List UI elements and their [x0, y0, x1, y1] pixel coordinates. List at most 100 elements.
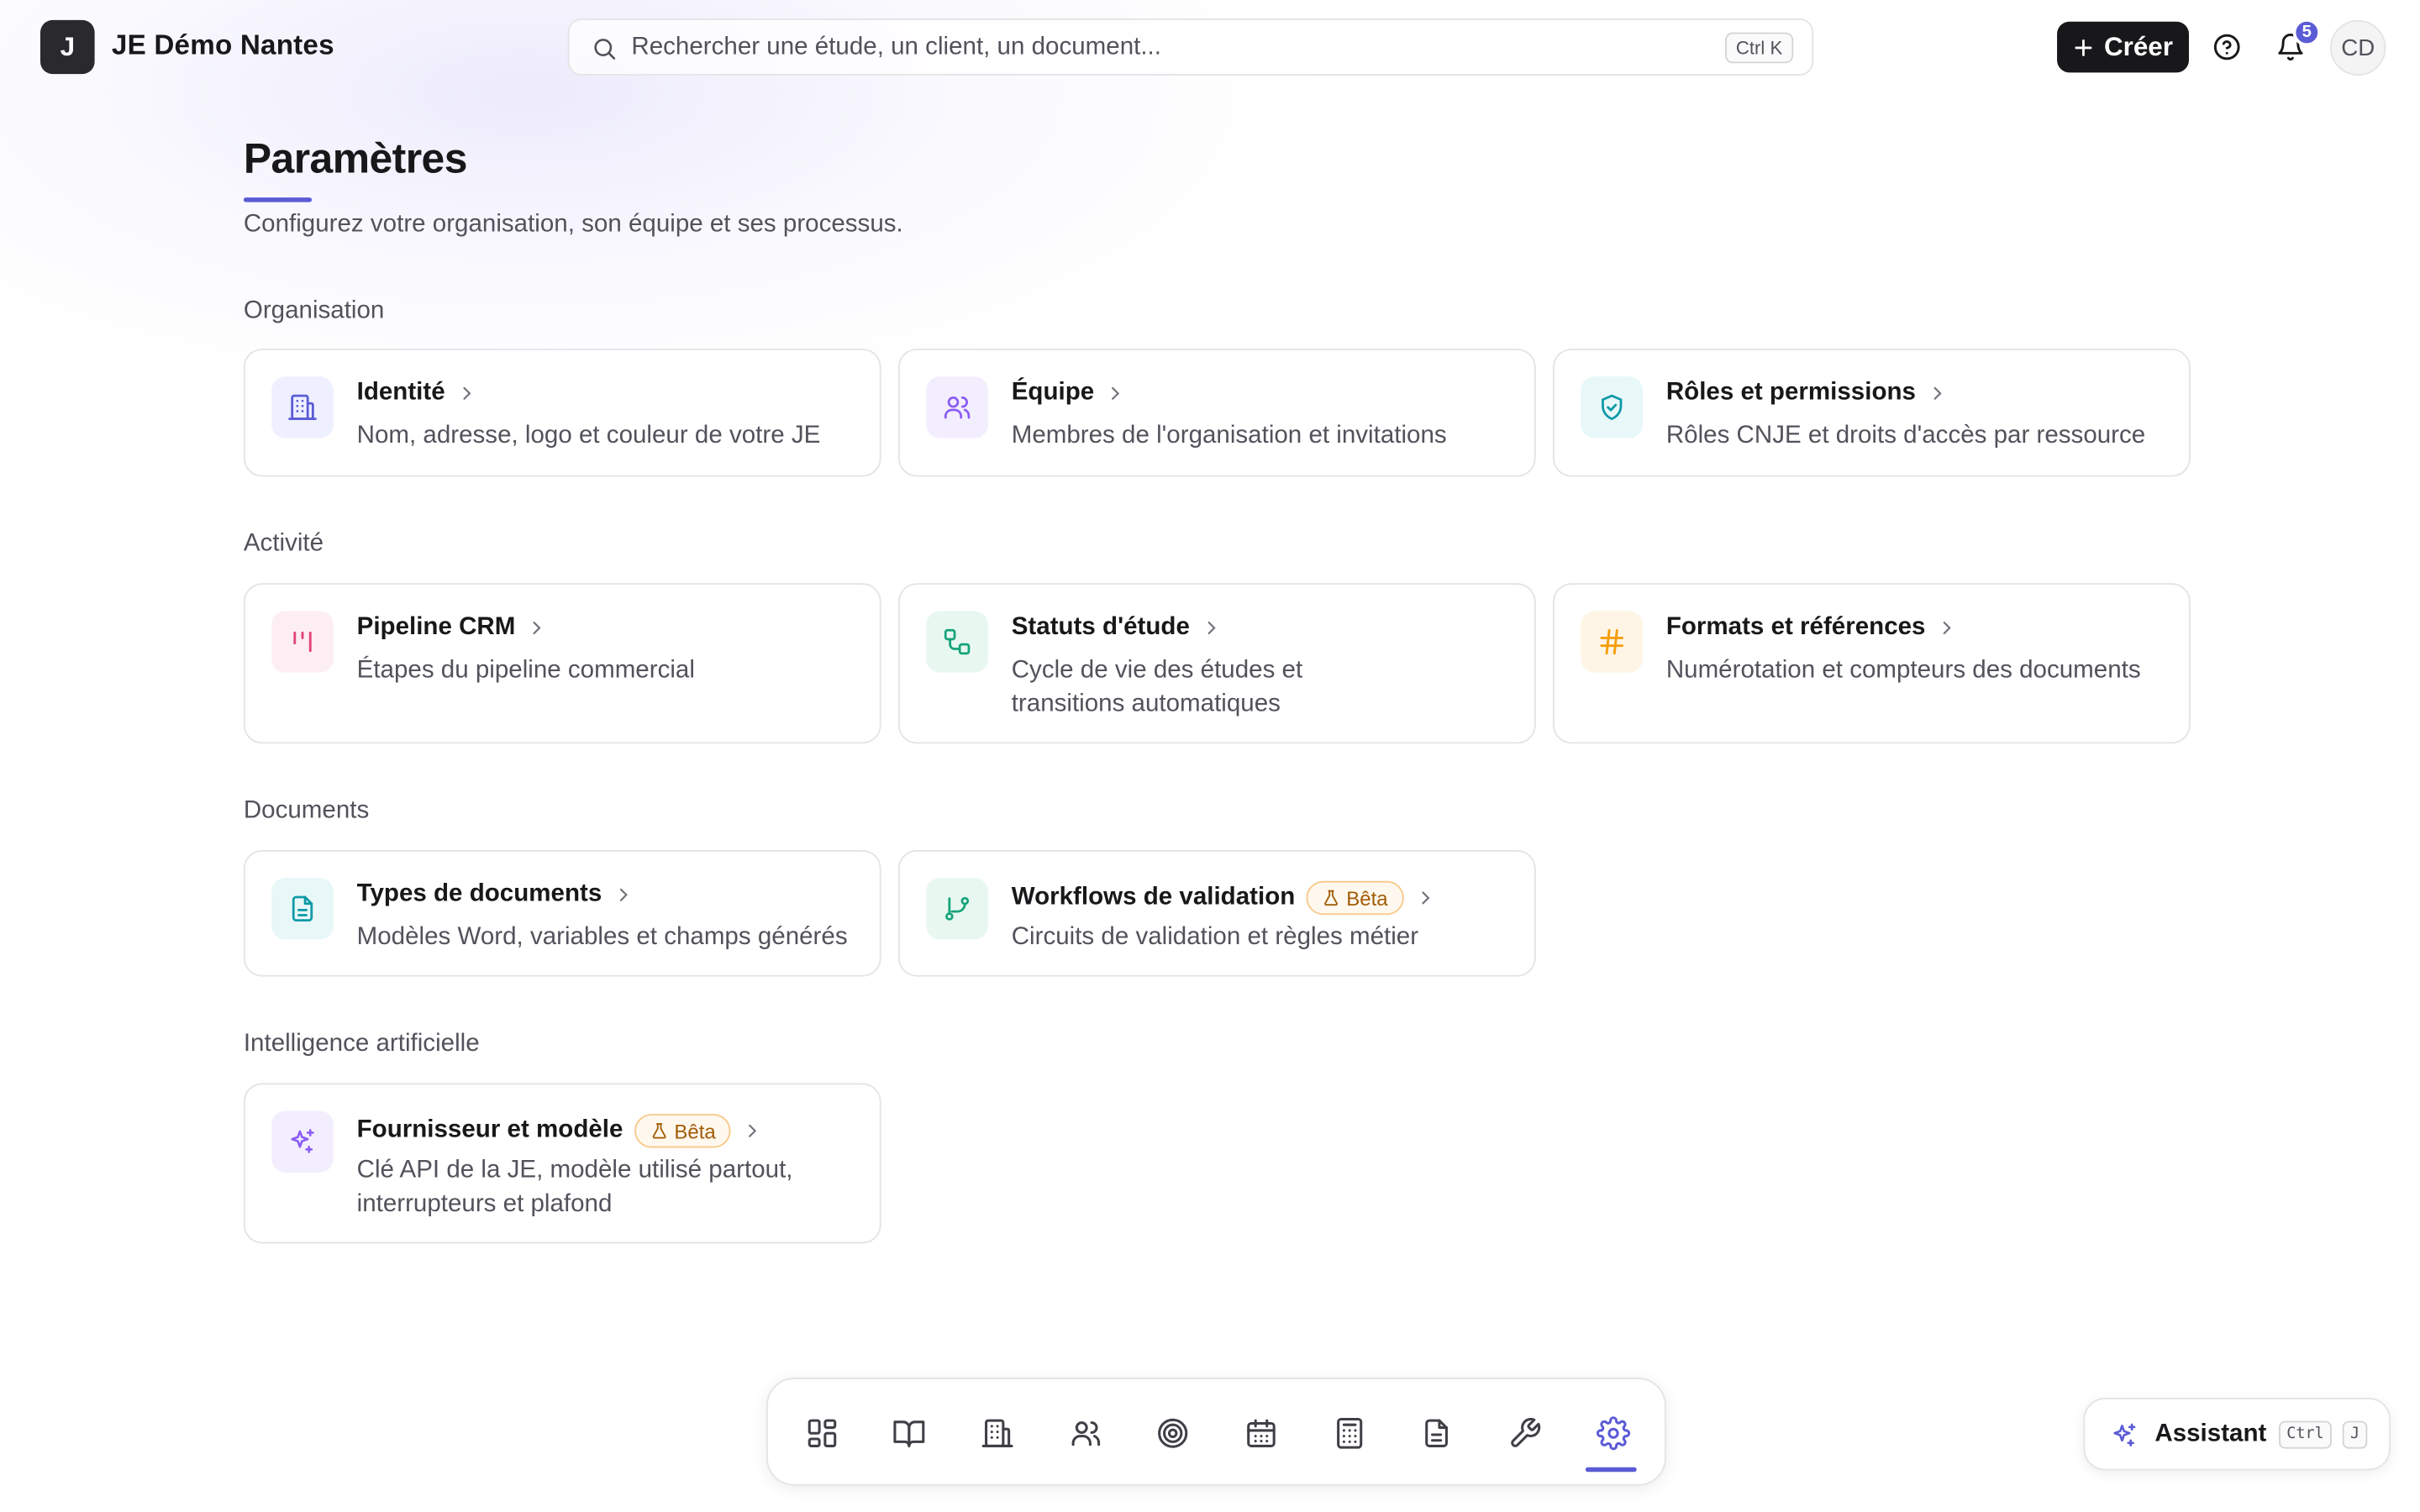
kanban-icon: [293, 631, 312, 653]
card-description: Nom, adresse, logo et couleur de votre J…: [356, 423, 821, 449]
chevron-right-icon: [1207, 622, 1216, 635]
card-description: Modèles Word, variables et champs généré…: [356, 924, 848, 951]
bottom-dock: [766, 1378, 1666, 1486]
card-title: Statuts d'étude: [1011, 614, 1190, 641]
file-icon: [1425, 1419, 1448, 1447]
plus-icon: [2075, 39, 2092, 55]
file-text-icon: [292, 895, 313, 921]
card-workflows-validation[interactable]: Workflows de validation Bêta Circuits de…: [897, 850, 1536, 977]
card-icon-container: [1581, 376, 1644, 438]
chevron-right-icon: [463, 386, 471, 400]
sparkles-icon: [2113, 1423, 2136, 1446]
section-label-ia: Intelligence artificielle: [243, 1030, 480, 1058]
card-icon-container: [926, 878, 989, 940]
card-description: Étapes du pipeline commercial: [356, 657, 695, 684]
title-underline: [243, 197, 313, 202]
chevron-right-icon: [749, 1124, 757, 1137]
page-title: Paramètres: [243, 135, 468, 182]
search-shortcut: Ctrl K: [1724, 32, 1794, 64]
users-icon: [1071, 1421, 1101, 1446]
card-description: Circuits de validation et règles métier: [1011, 924, 1419, 951]
dock-item-users[interactable]: [1058, 1405, 1113, 1461]
users-icon: [944, 396, 971, 419]
flask-icon: [1323, 890, 1338, 906]
search-icon: [594, 39, 616, 60]
dock-item-target[interactable]: [1144, 1405, 1200, 1461]
shield-check-icon: [1602, 394, 1623, 421]
card-statuts-etude[interactable]: Statuts d'étude Cycle de vie des études …: [897, 583, 1536, 744]
card-icon-container: [271, 878, 334, 940]
page-subtitle: Configurez votre organisation, son équip…: [243, 211, 903, 238]
hash-icon: [1600, 628, 1623, 655]
card-title: Identité: [356, 379, 445, 407]
card-title: Workflows de validation: [1011, 884, 1296, 911]
card-title: Équipe: [1011, 379, 1095, 407]
card-title: Types de documents: [356, 880, 602, 907]
chevron-right-icon: [619, 888, 628, 901]
dock-item-documents[interactable]: [1408, 1405, 1464, 1461]
chevron-right-icon: [1421, 891, 1429, 905]
card-description: Membres de l'organisation et invitations: [1011, 423, 1447, 449]
top-bar: J JE Démo Nantes Ctrl K Créer 5 CD: [0, 0, 2420, 96]
search-bar[interactable]: Ctrl K: [567, 18, 1814, 76]
card-icon-container: [271, 1110, 334, 1173]
git-branch-icon: [945, 896, 970, 921]
chevron-right-icon: [1944, 622, 1952, 635]
card-description: Numérotation et compteurs des documents: [1665, 657, 2141, 684]
calculator-icon: [1337, 1417, 1363, 1449]
card-description: Cycle de vie des études et transitions a…: [1011, 657, 1303, 718]
notification-badge: 5: [2292, 18, 2321, 47]
dock-item-dashboard[interactable]: [794, 1405, 850, 1461]
card-roles-permissions[interactable]: Rôles et permissions Rôles CNJE et droit…: [1553, 349, 2191, 477]
book-icon: [893, 1420, 925, 1447]
card-description: Clé API de la JE, modèle utilisé partout…: [356, 1157, 793, 1218]
org-name[interactable]: JE Démo Nantes: [112, 29, 334, 62]
org-avatar[interactable]: J: [40, 19, 95, 75]
card-formats-references[interactable]: Formats et références Numérotation et co…: [1553, 583, 2191, 744]
dock-item-tools[interactable]: [1497, 1405, 1553, 1461]
assistant-label: Assistant: [2154, 1420, 2267, 1447]
dashboard-icon: [808, 1419, 837, 1447]
workflow-icon: [944, 628, 971, 655]
card-title: Rôles et permissions: [1665, 379, 1916, 407]
dock-item-settings[interactable]: [1586, 1405, 1641, 1461]
dock-item-book[interactable]: [881, 1405, 937, 1461]
assistant-button[interactable]: Assistant Ctrl J: [2083, 1398, 2391, 1471]
card-identite[interactable]: Identité Nom, adresse, logo et couleur d…: [243, 349, 881, 477]
beta-badge: Bêta: [634, 1114, 732, 1148]
search-input[interactable]: [631, 29, 1686, 66]
help-button[interactable]: [2202, 22, 2251, 71]
card-icon-container: [271, 611, 334, 673]
flask-icon: [651, 1123, 666, 1139]
card-icon-container: [926, 611, 989, 673]
dock-item-clients[interactable]: [970, 1405, 1025, 1461]
section-label-organisation: Organisation: [243, 297, 385, 324]
dock-item-calculator[interactable]: [1322, 1405, 1377, 1461]
target-icon: [1158, 1418, 1188, 1448]
user-avatar[interactable]: CD: [2329, 19, 2386, 76]
calendar-icon: [1247, 1419, 1276, 1447]
wrench-icon: [1511, 1417, 1541, 1447]
section-label-documents: Documents: [243, 797, 370, 824]
chevron-right-icon: [533, 622, 541, 635]
card-types-documents[interactable]: Types de documents Modèles Word, variabl…: [243, 850, 881, 977]
dock-item-calendar[interactable]: [1234, 1405, 1289, 1461]
building-icon: [288, 394, 317, 421]
create-button[interactable]: Créer: [2057, 21, 2189, 73]
assistant-shortcut-j: J: [2342, 1420, 2368, 1449]
card-equipe[interactable]: Équipe Membres de l'organisation et invi…: [897, 349, 1536, 477]
beta-badge-label: Bêta: [674, 1119, 716, 1143]
help-circle-icon: [2212, 33, 2239, 60]
section-label-activite: Activité: [243, 530, 324, 558]
beta-badge: Bêta: [1306, 880, 1404, 916]
card-pipeline-crm[interactable]: Pipeline CRM Étapes du pipeline commerci…: [243, 583, 881, 744]
card-fournisseur-modele[interactable]: Fournisseur et modèle Bêta Clé API de la…: [243, 1083, 881, 1244]
settings-icon: [1596, 1416, 1631, 1451]
assistant-shortcut-ctrl: Ctrl: [2279, 1420, 2333, 1449]
card-title: Formats et références: [1665, 614, 1926, 641]
card-icon-container: [926, 376, 989, 438]
sparkles-icon: [291, 1129, 314, 1153]
card-title: Fournisseur et modèle: [356, 1116, 623, 1143]
create-button-label: Créer: [2103, 31, 2173, 61]
beta-badge-label: Bêta: [1346, 886, 1388, 910]
